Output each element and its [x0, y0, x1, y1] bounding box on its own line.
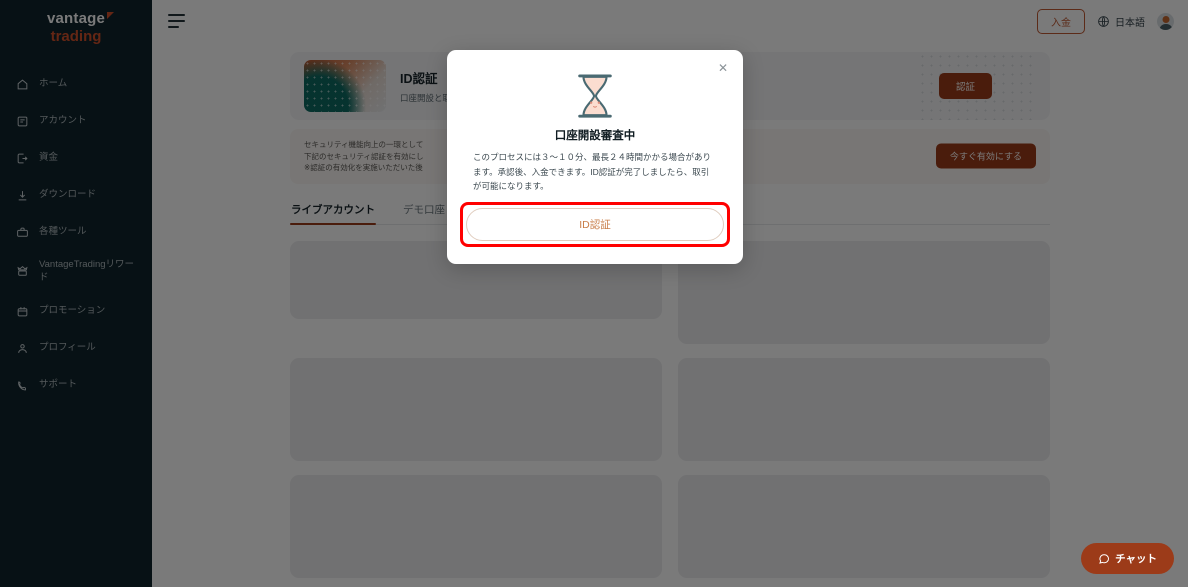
id-verification-button[interactable]: ID認証: [466, 207, 724, 241]
chat-button-label: チャット: [1115, 553, 1157, 565]
chat-button[interactable]: チャット: [1081, 543, 1174, 574]
modal-body-text: このプロセスには３～１０分、最長２４時間かかる場合があります。承認後、入金できま…: [473, 152, 712, 192]
chat-bubble-icon: [1098, 553, 1110, 565]
account-review-modal: ✕ 口座開設審査中 このプロセスには３～１０分、最長２４時間かかる場合があります…: [447, 50, 743, 264]
modal-title: 口座開設審査中: [554, 130, 636, 142]
hourglass-icon: [578, 74, 612, 118]
cta-highlight-box: ID認証: [460, 201, 730, 247]
close-icon[interactable]: ✕: [717, 62, 729, 74]
app-root: vantage trading ホーム アカウント: [0, 0, 1188, 587]
